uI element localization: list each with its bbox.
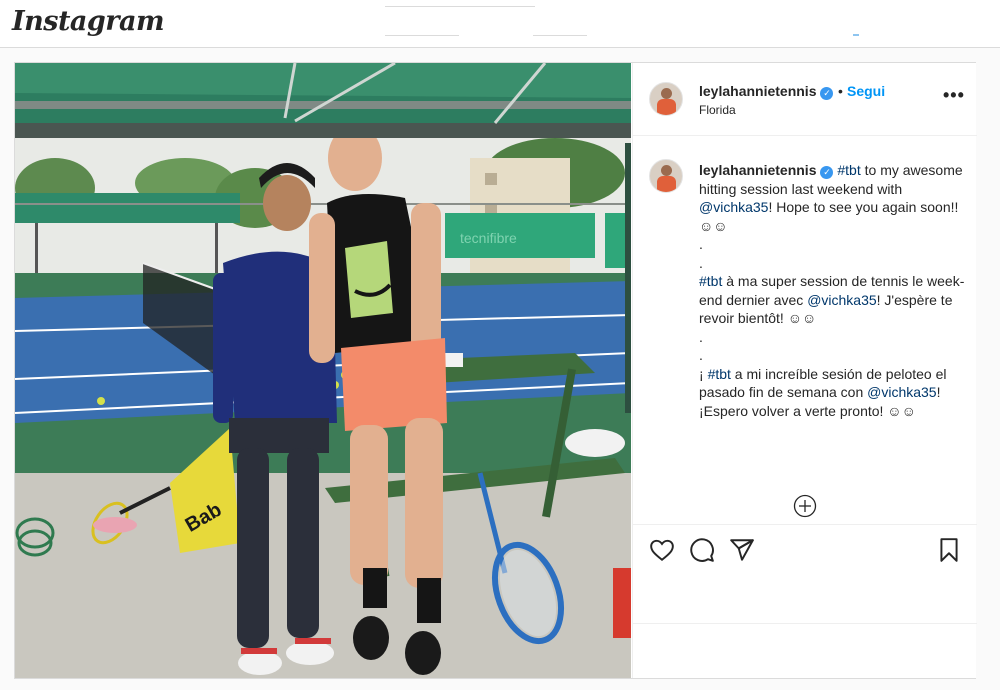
likes-area [649, 575, 961, 619]
caption-text-fragment: . [699, 236, 703, 252]
save-bookmark-icon[interactable] [936, 537, 962, 563]
like-heart-icon[interactable] [649, 537, 675, 563]
caption-text-fragment: . [699, 347, 703, 363]
photo-illustration: tecnifibre Bab [15, 63, 631, 678]
author-username[interactable]: leylahannietennis [699, 83, 816, 99]
nav-divider [385, 6, 535, 7]
post-sidebar: leylahannietennis ✓ • Segui Florida ••• l… [632, 63, 977, 678]
top-navigation-bar: Instagram [0, 0, 1000, 48]
comment-bubble-icon[interactable] [689, 537, 715, 563]
caption-username[interactable]: leylahannietennis [699, 162, 816, 178]
actions-divider [633, 524, 977, 525]
hashtag-link[interactable]: #tbt [699, 273, 722, 289]
instagram-logo[interactable]: Instagram [12, 6, 165, 37]
mention-link[interactable]: @vichka35 [807, 292, 876, 308]
nav-indicator [853, 34, 859, 36]
caption-line: ¡ #tbt a mi increíble sesión de peloteo … [699, 365, 967, 421]
caption-line: . [699, 235, 967, 254]
mention-link[interactable]: @vichka35 [699, 199, 768, 215]
caption-text-fragment: ¡ [699, 365, 708, 382]
caption-line: . [699, 346, 967, 365]
verified-badge-icon: ✓ [820, 166, 834, 179]
nav-divider [385, 35, 459, 36]
share-send-icon[interactable] [729, 537, 755, 563]
banner-text: tecnifibre [460, 230, 517, 246]
more-options-icon[interactable]: ••• [943, 85, 965, 106]
post-card: tecnifibre Bab leylahannietennis ✓ • Seg… [14, 62, 977, 679]
hashtag-link[interactable]: #tbt [708, 366, 731, 382]
caption-line: . [699, 328, 967, 347]
caption-line: . [699, 254, 967, 273]
post-caption: leylahannietennis ✓ #tbt to my awesome hi… [699, 161, 967, 420]
nav-divider [533, 35, 587, 36]
caption-text-fragment: . [699, 328, 703, 345]
author-username-row[interactable]: leylahannietennis ✓ [699, 83, 834, 101]
post-photo[interactable]: tecnifibre Bab [15, 63, 631, 678]
add-circle-icon[interactable] [793, 494, 817, 518]
caption-line: #tbt à ma super session de tennis le wee… [699, 272, 967, 328]
hashtag-link[interactable]: #tbt [837, 162, 860, 178]
post-location[interactable]: Florida [699, 103, 736, 117]
caption-author-avatar[interactable] [649, 159, 683, 193]
comment-divider [633, 623, 977, 624]
author-avatar[interactable] [649, 82, 683, 116]
follow-button[interactable]: Segui [847, 83, 885, 99]
post-header: leylahannietennis ✓ • Segui Florida ••• [633, 63, 977, 136]
separator-dot: • [838, 83, 843, 99]
caption-text-fragment: . [699, 254, 703, 271]
mention-link[interactable]: @vichka35 [867, 384, 936, 400]
verified-badge-icon: ✓ [820, 87, 834, 100]
